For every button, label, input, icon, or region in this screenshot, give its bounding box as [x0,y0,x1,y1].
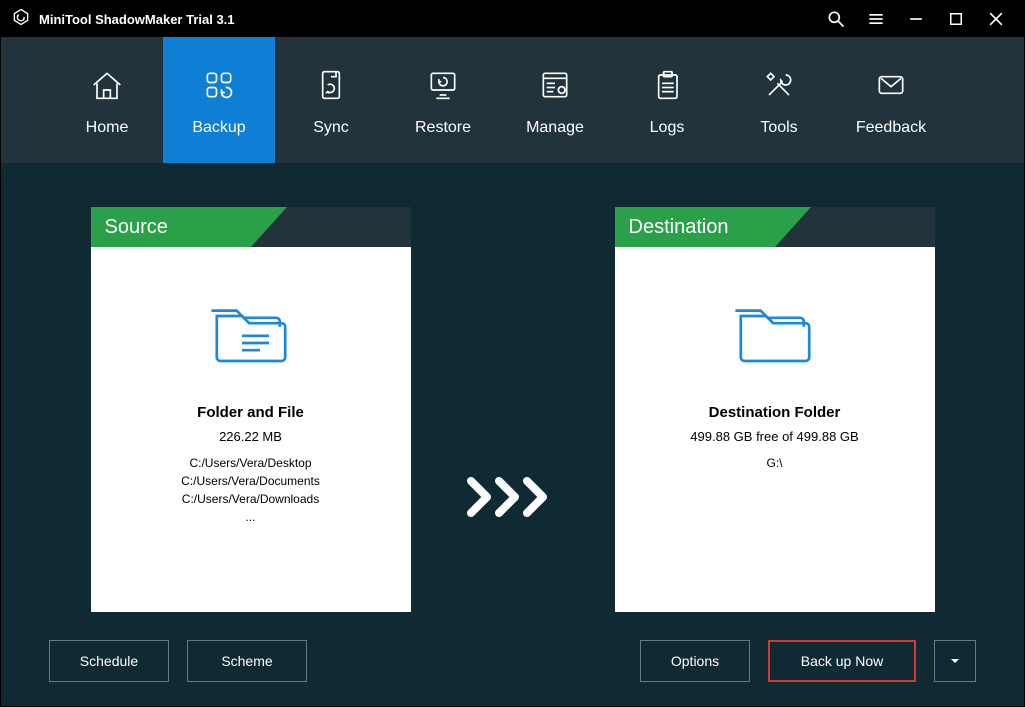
nav-label: Tools [760,119,797,137]
destination-header-label: Destination [615,207,935,247]
bottom-bar: Schedule Scheme Options Back up Now [1,616,1024,706]
close-button[interactable] [976,1,1016,37]
nav-label: Logs [650,119,685,137]
logs-icon [647,63,687,107]
backup-icon [199,63,239,107]
nav-label: Home [86,119,129,137]
titlebar: MiniTool ShadowMaker Trial 3.1 [1,1,1024,37]
app-window: MiniTool ShadowMaker Trial 3.1 Home [0,0,1025,707]
folder-icon [730,297,820,376]
tools-icon [759,63,799,107]
menu-icon[interactable] [856,1,896,37]
source-path: C:/Users/Vera/Desktop [189,454,311,472]
nav-label: Restore [415,119,471,137]
main-nav: Home Backup Sync Restore Manage [1,37,1024,163]
nav-backup[interactable]: Backup [163,37,275,163]
nav-manage[interactable]: Manage [499,37,611,163]
source-card[interactable]: Source Folder and File 226.22 MB C:/User… [91,207,411,612]
source-size: 226.22 MB [219,429,282,444]
source-header-label: Source [91,207,411,247]
nav-label: Sync [313,119,349,137]
nav-logs[interactable]: Logs [611,37,723,163]
manage-icon [535,63,575,107]
destination-title: Destination Folder [709,404,841,421]
nav-home[interactable]: Home [51,37,163,163]
destination-header: Destination [615,207,935,247]
source-header: Source [91,207,411,247]
main-content: Source Folder and File 226.22 MB C:/User… [1,163,1024,616]
nav-label: Backup [192,119,245,137]
backup-dropdown-button[interactable] [934,640,976,682]
options-button[interactable]: Options [640,640,750,682]
minimize-button[interactable] [896,1,936,37]
sync-icon [311,63,351,107]
source-title: Folder and File [197,404,304,421]
nav-label: Feedback [856,119,926,137]
scheme-button[interactable]: Scheme [187,640,307,682]
folder-icon [206,297,296,376]
schedule-button[interactable]: Schedule [49,640,169,682]
nav-sync[interactable]: Sync [275,37,387,163]
nav-label: Manage [526,119,584,137]
source-more: ... [245,508,255,526]
app-title: MiniTool ShadowMaker Trial 3.1 [39,12,235,27]
chevron-down-icon [949,655,961,667]
restore-icon [423,63,463,107]
arrow-icon [467,477,559,522]
source-path: C:/Users/Vera/Downloads [182,490,319,508]
source-path: C:/Users/Vera/Documents [181,472,320,490]
nav-tools[interactable]: Tools [723,37,835,163]
feedback-icon [871,63,911,107]
nav-restore[interactable]: Restore [387,37,499,163]
search-icon[interactable] [816,1,856,37]
home-icon [87,63,127,107]
backup-now-button[interactable]: Back up Now [768,640,916,682]
destination-path: G:\ [766,454,782,472]
nav-feedback[interactable]: Feedback [835,37,947,163]
destination-card[interactable]: Destination Destination Folder 499.88 GB… [615,207,935,612]
maximize-button[interactable] [936,1,976,37]
app-logo-icon [11,7,31,32]
destination-free: 499.88 GB free of 499.88 GB [690,429,858,444]
